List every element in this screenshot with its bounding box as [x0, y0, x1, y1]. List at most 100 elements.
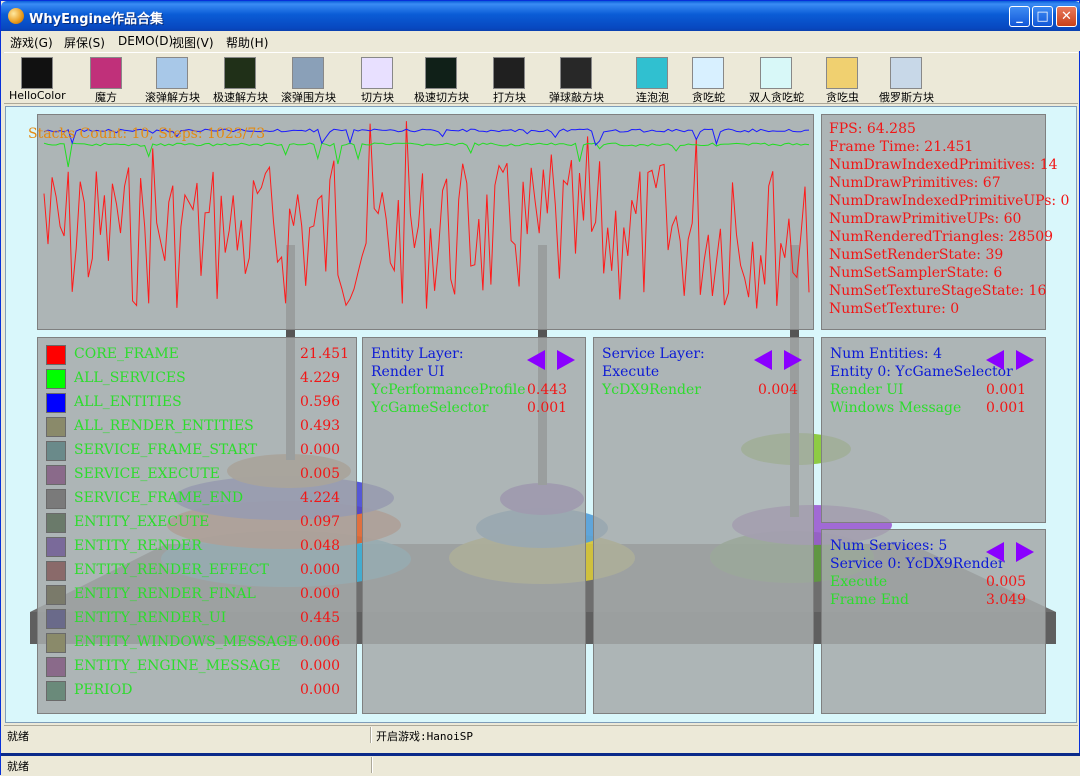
- entity-row-name: YcGameSelector: [371, 400, 489, 416]
- profile-name: ALL_RENDER_ENTITIES: [74, 418, 254, 434]
- toolbar-button-label: 极速解方块: [213, 91, 268, 104]
- services-prev-icon[interactable]: [986, 542, 1004, 562]
- status-ready: 就绪: [7, 730, 29, 743]
- window-title: WhyEngine作品合集: [29, 12, 164, 27]
- menu-view[interactable]: 视图(V): [172, 34, 214, 51]
- toolbar-button-label: 贪吃蛇: [692, 91, 725, 104]
- close-button[interactable]: ✕: [1056, 6, 1077, 27]
- toolbar-button[interactable]: HelloColor: [6, 55, 68, 103]
- service-layer-prev-icon[interactable]: [754, 350, 772, 370]
- menu-demo[interactable]: DEMO(D): [118, 34, 173, 48]
- toolbar-button[interactable]: 贪吃蛇: [676, 55, 740, 104]
- graph-line-frame: [43, 121, 810, 309]
- toolbar-button[interactable]: 连泡泡: [620, 55, 684, 104]
- title-bar[interactable]: WhyEngine作品合集 _ □ ✕: [1, 1, 1080, 31]
- toolbar-button[interactable]: 滚弹围方块: [276, 55, 340, 104]
- menu-screensaver[interactable]: 屏保(S): [64, 34, 105, 51]
- entity-row-name: YcPerformanceProfile: [371, 382, 526, 398]
- profile-name: ENTITY_RENDER_UI: [74, 610, 227, 626]
- profile-swatch: [46, 369, 66, 389]
- toolbar-button[interactable]: 打方块: [477, 55, 541, 104]
- toolbar-button[interactable]: 极速解方块: [208, 55, 272, 104]
- entities-prev-icon[interactable]: [986, 350, 1004, 370]
- minimize-icon: _: [1016, 9, 1023, 24]
- entity-row-value: 0.443: [527, 382, 568, 398]
- perf-graph: [43, 121, 810, 309]
- minimize-button[interactable]: _: [1009, 6, 1030, 27]
- menu-game[interactable]: 游戏(G): [10, 34, 53, 51]
- entities-title: Num Entities: 4: [830, 346, 942, 362]
- service-layer-next-icon[interactable]: [784, 350, 802, 370]
- entities-next-icon[interactable]: [1016, 350, 1034, 370]
- profile-value: 0.006: [300, 634, 341, 650]
- profile-name: ENTITY_WINDOWS_MESSAGE: [74, 634, 298, 650]
- toolbar-button[interactable]: 切方块: [345, 55, 409, 104]
- bubble-icon: [636, 57, 668, 89]
- profile-value: 0.097: [300, 514, 341, 530]
- profile-value: 21.451: [300, 346, 349, 362]
- service-layer-sub: Execute: [602, 364, 660, 380]
- maximize-button[interactable]: □: [1032, 6, 1053, 27]
- status-ready-secondary: 就绪: [7, 760, 29, 773]
- profile-swatch: [46, 417, 66, 437]
- entities-row-name: Render UI: [830, 382, 904, 398]
- tetris-icon: [890, 57, 922, 89]
- stat-line: NumSetSamplerState: 6: [829, 265, 1003, 281]
- services-sub: Service 0: YcDX9Render: [830, 556, 1005, 572]
- pinball-block-icon: [560, 57, 592, 89]
- toolbar-button-label: 弹球敲方块: [549, 91, 604, 104]
- status-bar-secondary: 就绪: [1, 753, 1080, 776]
- toolbar-button[interactable]: 弹球敲方块: [544, 55, 608, 104]
- entity-layer-next-icon[interactable]: [557, 350, 575, 370]
- entities-row-value: 0.001: [986, 382, 1027, 398]
- services-title: Num Services: 5: [830, 538, 948, 554]
- toolbar-button-label: 贪吃虫: [826, 91, 859, 104]
- status-bar: 就绪 开启游戏:HanoiSP: [4, 725, 1078, 743]
- profile-swatch: [46, 657, 66, 677]
- toolbar-button[interactable]: 滚弹解方块: [140, 55, 204, 104]
- toolbar-button[interactable]: 俄罗斯方块: [874, 55, 938, 104]
- entity-layer-panel: Entity Layer: Render UI YcPerformancePro…: [362, 337, 586, 714]
- profile-name: PERIOD: [74, 682, 133, 698]
- profile-swatch: [46, 441, 66, 461]
- stat-line: NumDrawPrimitives: 67: [829, 175, 1001, 191]
- profile-swatch: [46, 681, 66, 701]
- toolbar: HelloColor 魔方 滚弹解方块 极速解方块 滚弹围方块 切方块 极速切方块 打方块 弹球…: [4, 52, 1078, 104]
- snake-icon: [692, 57, 724, 89]
- toolbar-button-label: 连泡泡: [636, 91, 669, 104]
- entity-layer-prev-icon[interactable]: [527, 350, 545, 370]
- profile-swatch: [46, 633, 66, 653]
- status-separator: [370, 727, 372, 743]
- menu-bar: 游戏(G) 屏保(S) DEMO(D) 视图(V) 帮助(H): [1, 31, 1080, 51]
- hellocolor-icon: [21, 57, 53, 89]
- profile-swatch: [46, 561, 66, 581]
- stats-panel: FPS: 64.285 Frame Time: 21.451 NumDrawInde…: [821, 114, 1069, 330]
- profile-name: CORE_FRAME: [74, 346, 179, 362]
- profile-name: ENTITY_RENDER_FINAL: [74, 586, 256, 602]
- toolbar-button[interactable]: 贪吃虫: [810, 55, 874, 104]
- profile-value: 0.596: [300, 394, 341, 410]
- menu-help[interactable]: 帮助(H): [226, 34, 268, 51]
- service-row-name: YcDX9Render: [602, 382, 701, 398]
- stacks-info: Stacks Count: 10, Steps: 1023/73: [28, 126, 266, 142]
- services-next-icon[interactable]: [1016, 542, 1034, 562]
- toolbar-button[interactable]: 魔方: [74, 55, 138, 104]
- profile-name: SERVICE_FRAME_START: [74, 442, 258, 458]
- stat-line: NumDrawIndexedPrimitives: 14: [829, 157, 1058, 173]
- services-row-value: 3.049: [986, 592, 1027, 608]
- service-row-value: 0.004: [758, 382, 799, 398]
- close-icon: ✕: [1061, 9, 1072, 24]
- toolbar-button-label: 俄罗斯方块: [879, 91, 934, 104]
- profile-panel: CORE_FRAME 21.451 ALL_SERVICES 4.229 ALL_ENT…: [37, 337, 357, 714]
- stat-line: NumSetTextureStageState: 16: [829, 283, 1047, 299]
- toolbar-button[interactable]: 双人贪吃蛇: [744, 55, 808, 104]
- toolbar-button-label: 滚弹围方块: [281, 91, 336, 104]
- toolbar-button[interactable]: 极速切方块: [409, 55, 473, 104]
- profile-name: SERVICE_EXECUTE: [74, 466, 220, 482]
- stat-line: NumRenderedTriangles: 28509: [829, 229, 1054, 245]
- rubiks-cube-icon: [90, 57, 122, 89]
- toolbar-button-label: 极速切方块: [414, 91, 469, 104]
- status-game: 开启游戏:HanoiSP: [376, 730, 473, 743]
- cut-block-icon: [361, 57, 393, 89]
- render-viewport[interactable]: Stacks Count: 10, Steps: 1023/73 FPS: 64…: [5, 106, 1077, 723]
